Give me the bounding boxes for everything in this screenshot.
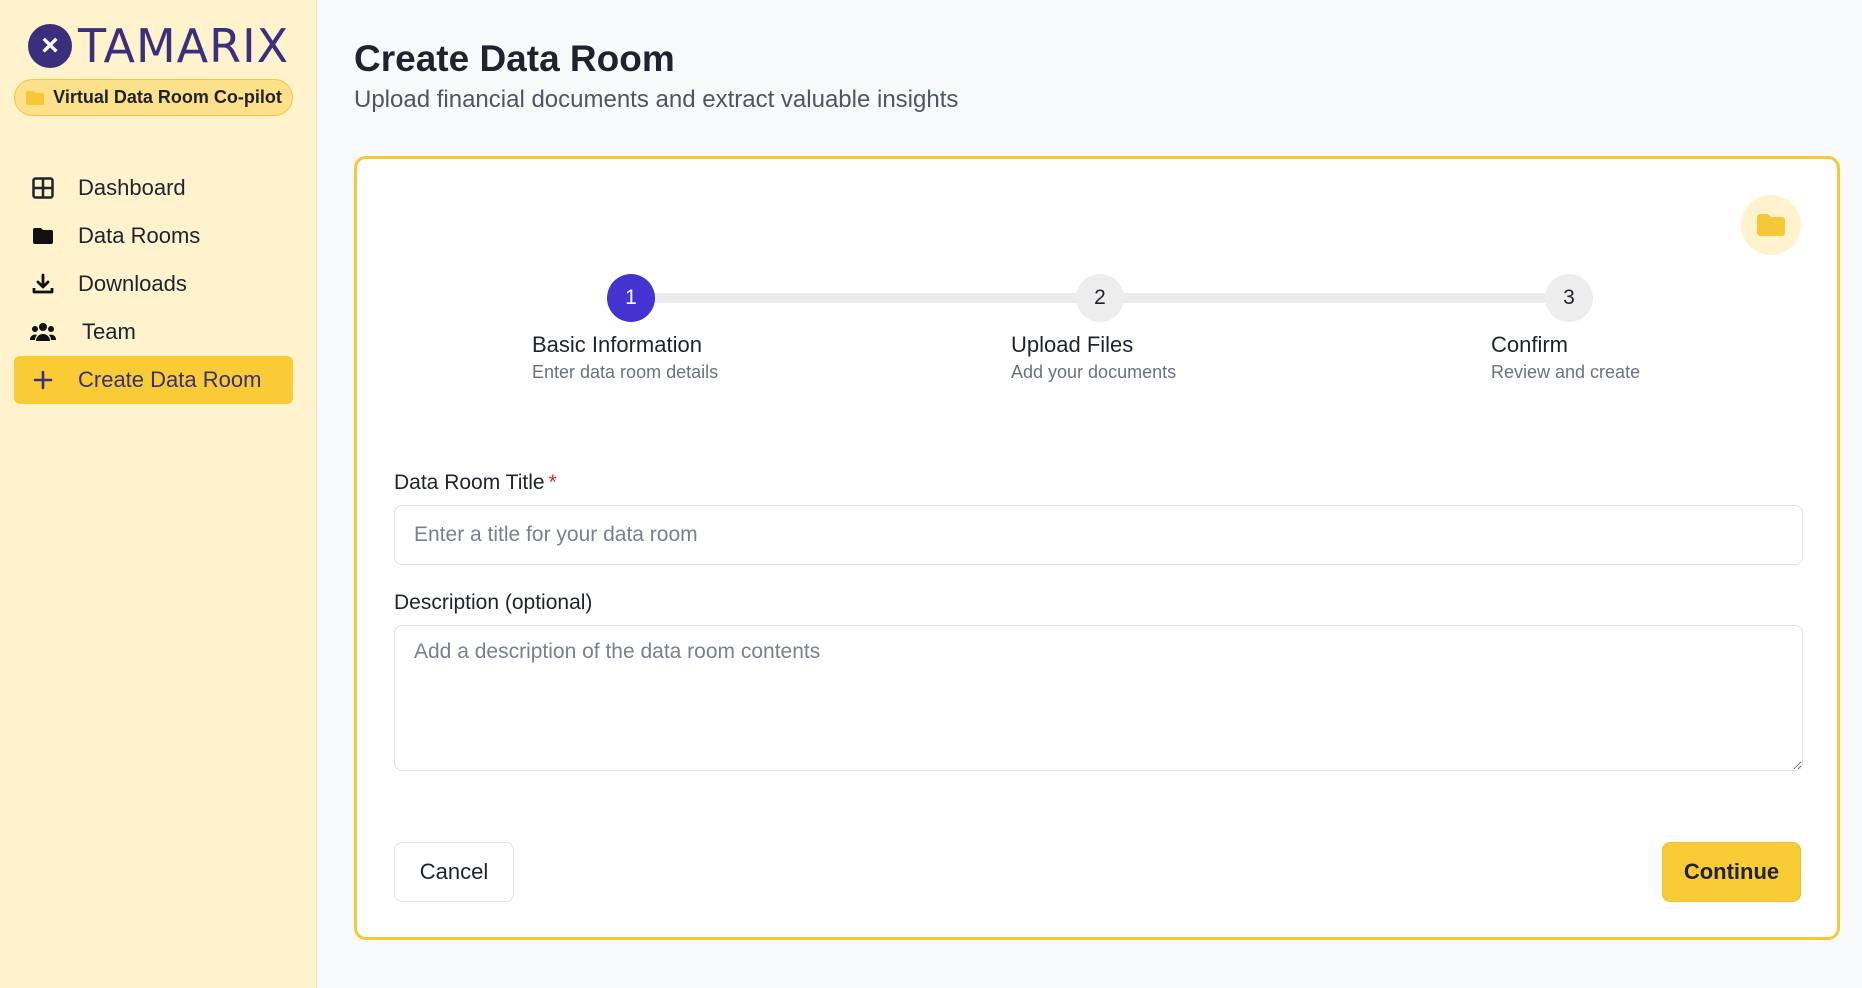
step-1-indicator: 1 xyxy=(607,274,655,322)
step-number: 1 xyxy=(625,286,637,309)
users-icon xyxy=(30,319,56,345)
sidebar-nav: Dashboard Data Rooms Downloads Team Crea… xyxy=(14,164,293,404)
sidebar-item-label: Team xyxy=(82,319,136,344)
sidebar-item-data-rooms[interactable]: Data Rooms xyxy=(14,212,293,260)
sidebar-item-downloads[interactable]: Downloads xyxy=(14,260,293,308)
sidebar-item-label: Downloads xyxy=(78,271,187,296)
plus-icon xyxy=(30,367,56,393)
sidebar-item-dashboard[interactable]: Dashboard xyxy=(14,164,293,212)
folder-icon xyxy=(26,90,45,105)
create-form-card: 1 2 3 Basic Information Enter data room … xyxy=(354,156,1840,940)
sidebar-item-label: Create Data Room xyxy=(78,367,262,392)
folder-icon xyxy=(30,223,56,249)
badge-label: Virtual Data Room Co-pilot xyxy=(53,87,282,107)
page-subtitle: Upload financial documents and extract v… xyxy=(354,86,959,113)
description-field-label: Description (optional) xyxy=(394,591,593,614)
download-icon xyxy=(30,271,56,297)
title-field-label: Data Room Title * xyxy=(394,471,557,495)
logo-text: TAMARIX xyxy=(78,19,290,73)
step-3-desc: Review and create xyxy=(1491,362,1641,382)
product-badge: Virtual Data Room Co-pilot xyxy=(14,79,293,116)
step-2-indicator: 2 xyxy=(1076,274,1124,322)
step-number: 2 xyxy=(1094,286,1106,309)
step-1-desc: Enter data room details xyxy=(532,362,719,382)
step-3-label: Confirm xyxy=(1491,332,1569,357)
folder-icon xyxy=(1741,195,1801,255)
sidebar-item-team[interactable]: Team xyxy=(14,308,293,356)
grid-icon xyxy=(30,175,56,201)
title-input[interactable] xyxy=(394,505,1803,565)
step-2-desc: Add your documents xyxy=(1011,362,1177,382)
sidebar-item-label: Data Rooms xyxy=(78,223,201,248)
cancel-button[interactable]: Cancel xyxy=(394,842,514,902)
page-title: Create Data Room xyxy=(354,38,675,79)
required-marker: * xyxy=(548,471,557,494)
continue-button[interactable]: Continue xyxy=(1662,842,1801,902)
step-3-indicator: 3 xyxy=(1545,274,1593,322)
sidebar-item-label: Dashboard xyxy=(78,175,186,200)
description-textarea[interactable] xyxy=(394,625,1803,771)
logo[interactable]: × TAMARIX xyxy=(28,19,290,73)
title-label-text: Data Room Title xyxy=(394,471,545,494)
step-number: 3 xyxy=(1563,286,1575,309)
step-2-label: Upload Files xyxy=(1011,332,1134,357)
sidebar-item-create-data-room[interactable]: Create Data Room xyxy=(14,356,293,404)
logo-x-icon: × xyxy=(28,24,72,68)
step-1-label: Basic Information xyxy=(532,332,702,357)
sidebar: × TAMARIX Virtual Data Room Co-pilot Das… xyxy=(0,0,317,988)
